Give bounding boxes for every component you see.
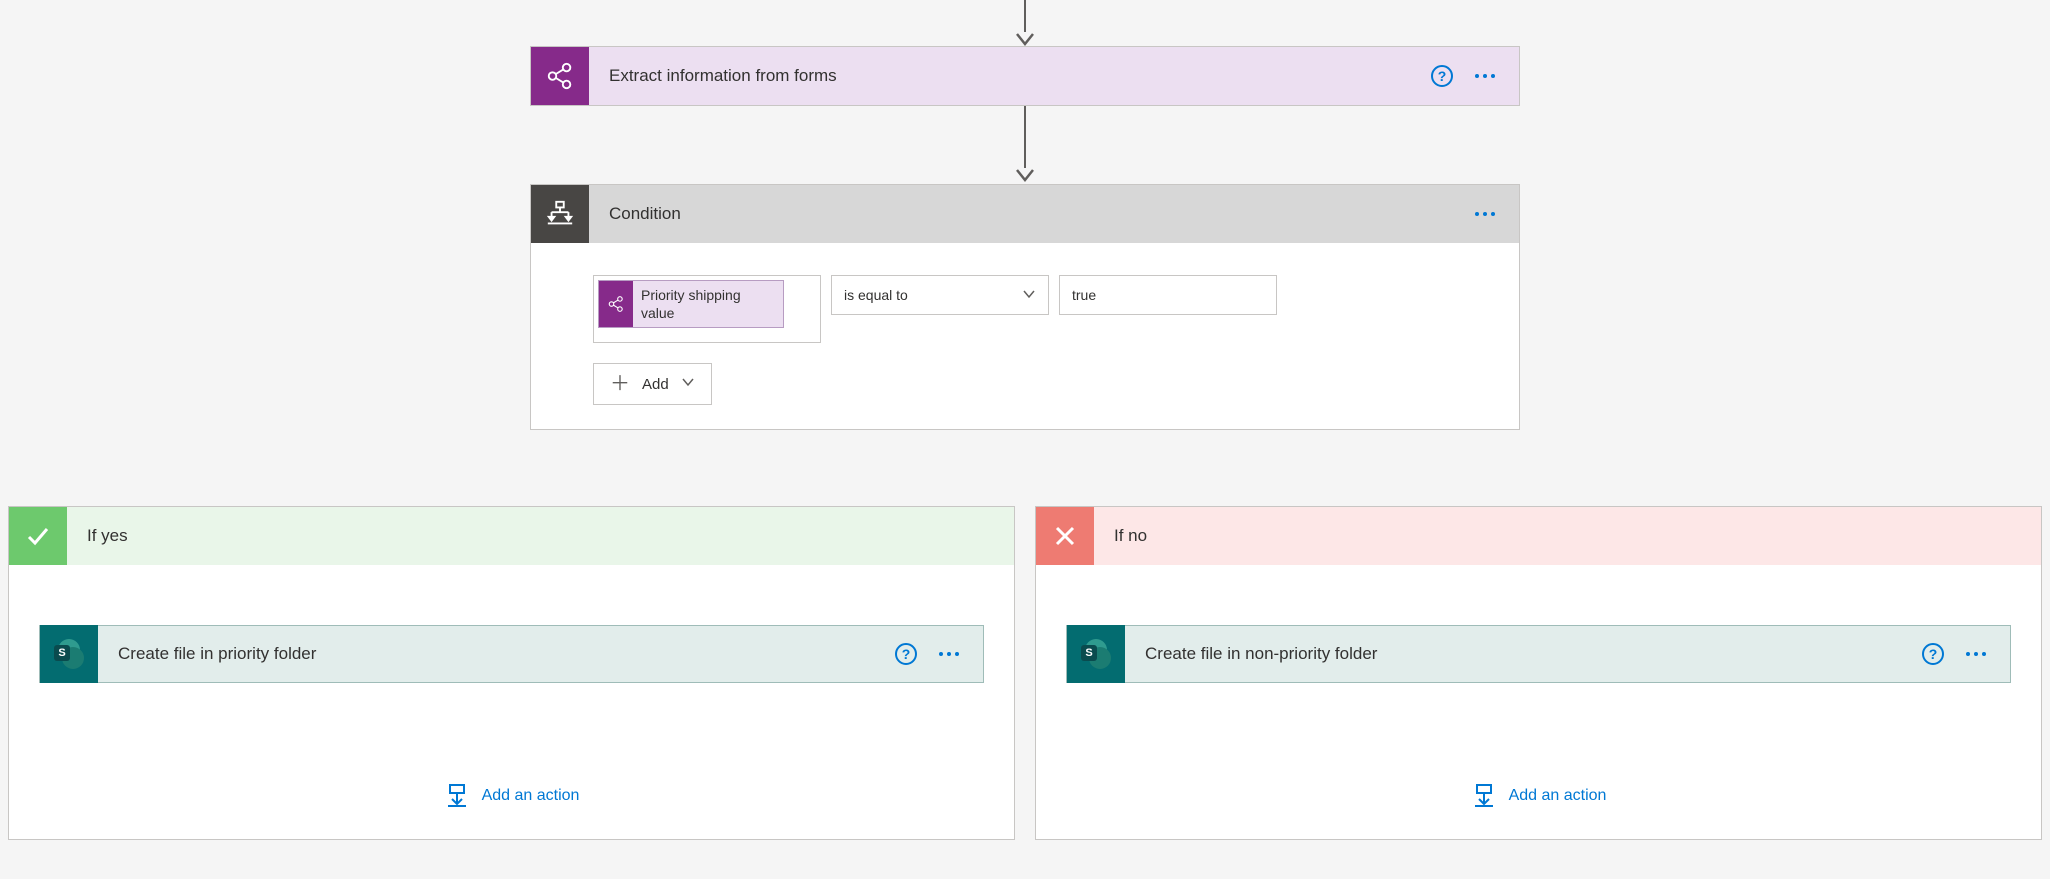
condition-branches: If yes S Create file in priority folder …: [8, 506, 2042, 840]
condition-right-value[interactable]: true: [1059, 275, 1277, 315]
step-title: Extract information from forms: [589, 66, 1431, 86]
operator-value: is equal to: [844, 287, 1022, 303]
help-icon[interactable]: ?: [1431, 65, 1453, 87]
help-icon[interactable]: ?: [1922, 643, 1944, 665]
share-nodes-icon: [599, 281, 633, 327]
branch-if-yes: If yes S Create file in priority folder …: [8, 506, 1015, 840]
sharepoint-icon: S: [40, 625, 98, 683]
step-create-file-non-priority[interactable]: S Create file in non-priority folder ?: [1066, 625, 2011, 683]
add-action-button[interactable]: Add an action: [444, 783, 580, 809]
close-icon: [1036, 507, 1094, 565]
add-action-label: Add an action: [482, 787, 580, 805]
more-menu-icon[interactable]: [935, 648, 963, 660]
add-action-button[interactable]: Add an action: [1471, 783, 1607, 809]
step-title: Create file in priority folder: [98, 644, 895, 664]
more-menu-icon[interactable]: [1471, 70, 1499, 82]
plus-icon: ＋: [610, 374, 630, 394]
add-action-label: Add an action: [1509, 787, 1607, 805]
branch-title: If yes: [67, 526, 128, 546]
checkmark-icon: [9, 507, 67, 565]
condition-operator-select[interactable]: is equal to: [831, 275, 1049, 315]
step-title: Create file in non-priority folder: [1125, 644, 1922, 664]
chevron-down-icon: [681, 375, 695, 393]
add-condition-button[interactable]: ＋ Add: [593, 363, 712, 405]
branch-if-no: If no S Create file in non-priority fold…: [1035, 506, 2042, 840]
dynamic-content-token[interactable]: Priority shipping value: [598, 280, 784, 328]
connector-arrow: [1015, 0, 1035, 46]
add-label: Add: [642, 376, 669, 393]
connector-arrow: [1015, 106, 1035, 182]
sharepoint-icon: S: [1067, 625, 1125, 683]
condition-body: Priority shipping value is equal to true…: [531, 243, 1519, 429]
more-menu-icon[interactable]: [1471, 208, 1499, 220]
more-menu-icon[interactable]: [1962, 648, 1990, 660]
condition-left-operand[interactable]: Priority shipping value: [593, 275, 821, 343]
share-nodes-icon: [531, 47, 589, 105]
step-title: Condition: [589, 204, 1471, 224]
add-action-icon: [444, 783, 470, 809]
add-action-icon: [1471, 783, 1497, 809]
step-create-file-priority[interactable]: S Create file in priority folder ?: [39, 625, 984, 683]
help-icon[interactable]: ?: [895, 643, 917, 665]
value-text: true: [1072, 287, 1096, 303]
flow-canvas: Extract information from forms ? Conditi…: [0, 0, 2050, 879]
branch-title: If no: [1094, 526, 1147, 546]
step-extract-information[interactable]: Extract information from forms ?: [530, 46, 1520, 106]
condition-icon: [531, 185, 589, 243]
token-label: Priority shipping value: [633, 281, 783, 327]
step-condition[interactable]: Condition Priority shipping value is equ…: [530, 184, 1520, 430]
chevron-down-icon: [1022, 287, 1036, 304]
